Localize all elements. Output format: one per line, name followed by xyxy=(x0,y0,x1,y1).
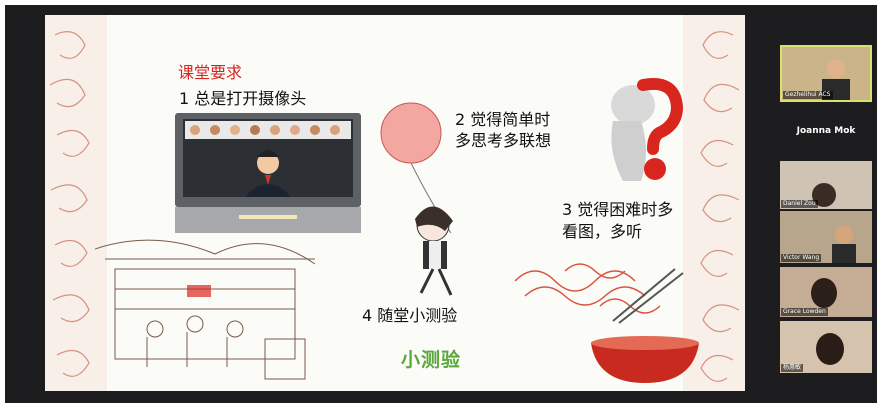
participant-name-3: Grace Lowden xyxy=(781,308,828,316)
rule-4-text: 4 随堂小测验 xyxy=(362,306,458,325)
participant-tile-4[interactable]: 杨惠敏 xyxy=(780,321,872,373)
rule-3-line-2: 看图，多听 xyxy=(562,222,643,241)
street-market-sketch xyxy=(95,239,316,380)
participant-name-4: 杨惠敏 xyxy=(781,364,804,372)
participants-panel: Gezhelihui ACS Joanna Mok Daniel Zou Vic… xyxy=(777,45,882,375)
participant-tile-2[interactable]: Victor Wang xyxy=(780,211,872,263)
rule-3-line-1: 3 觉得困难时多 xyxy=(562,200,674,219)
participant-name-host: Gezhelihui ACS xyxy=(783,91,833,99)
rule-2-line-1: 2 觉得简单时 xyxy=(455,110,551,129)
shared-slide: 课堂要求 1 总是打开摄像头 2 觉得简单时 多思考多联想 3 觉得困难时多 看… xyxy=(45,15,745,391)
participant-tile-1[interactable]: Daniel Zou xyxy=(780,161,872,209)
quiz-heading: 小测验 xyxy=(401,349,462,371)
rule-3-text: 3 觉得困难时多 看图，多听 xyxy=(562,199,673,243)
participant-tile-host[interactable]: Gezhelihui ACS xyxy=(780,45,872,102)
slide-title: 课堂要求 xyxy=(178,63,243,82)
rule-1-text: 1 总是打开摄像头 xyxy=(179,89,307,108)
participant-name-2: Victor Wang xyxy=(781,254,822,262)
rule-2-line-2: 多思考多联想 xyxy=(455,131,552,150)
rule-2-text: 2 觉得简单时 多思考多联想 xyxy=(455,109,551,151)
video-call-monitor-illustration xyxy=(175,113,361,233)
participant-name-1: Daniel Zou xyxy=(781,200,818,208)
participant-name-joanna: Joanna Mok xyxy=(796,126,856,136)
thinking-figure-illustration xyxy=(611,78,684,181)
participant-tile-3[interactable]: Grace Lowden xyxy=(780,267,872,317)
participant-tile-name-only[interactable]: Joanna Mok xyxy=(780,117,872,147)
noodle-bowl-illustration xyxy=(514,263,699,383)
zoom-meeting-window: 课堂要求 1 总是打开摄像头 2 觉得简单时 多思考多联想 3 觉得困难时多 看… xyxy=(5,5,877,403)
